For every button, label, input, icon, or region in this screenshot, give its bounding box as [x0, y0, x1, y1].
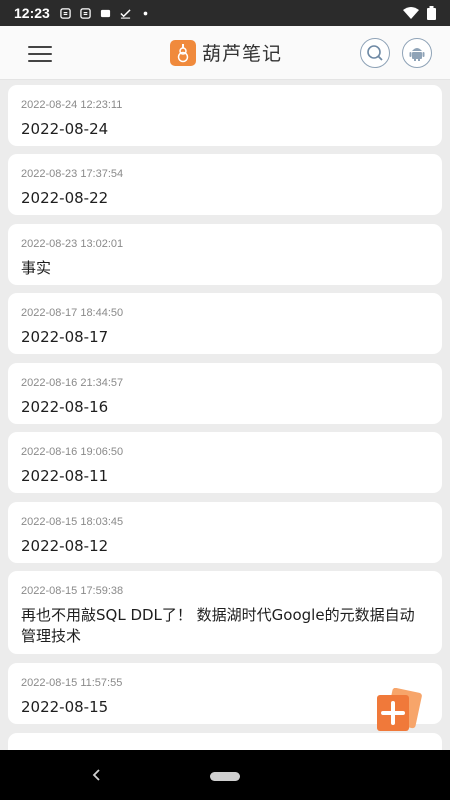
- note-card[interactable]: 2022-08-24 12:23:11 2022-08-24: [8, 85, 442, 146]
- note-title: 事实: [21, 259, 52, 277]
- note-card[interactable]: 2022-08-15 17:59:38 再也不用敲SQL DDL了！ 数据湖时代…: [8, 571, 442, 654]
- sync-notification-icon: [60, 7, 71, 19]
- note-title: 2022-08-11: [21, 467, 109, 485]
- note-title: 2022-08-15: [21, 698, 109, 716]
- back-icon[interactable]: [90, 768, 104, 782]
- menu-icon[interactable]: [28, 46, 52, 62]
- note-title: 2022-08-22: [21, 189, 109, 207]
- note-title: 再也不用敲SQL DDL了！ 数据湖时代Google的元数据自动管理技术: [21, 606, 415, 645]
- app-title: 葫芦笔记: [202, 43, 283, 65]
- note-timestamp: 2022-08-15 18:03:45: [21, 516, 124, 528]
- battery-icon: [427, 6, 436, 20]
- android-button[interactable]: [402, 38, 432, 68]
- check-notification-icon: [120, 8, 131, 19]
- note-title: 2022-08-17: [21, 328, 109, 346]
- note-timestamp: 2022-08-23 17:37:54: [21, 168, 124, 180]
- sync-notification-icon-2: [80, 7, 91, 19]
- note-title: 2022-08-12: [21, 537, 109, 555]
- note-card[interactable]: 2022-08-16 19:06:50 2022-08-11: [8, 432, 442, 493]
- note-title: 2022-08-24: [21, 120, 109, 138]
- note-timestamp: 2022-08-16 21:34:57: [21, 377, 124, 389]
- android-icon: [409, 48, 425, 61]
- note-timestamp: 2022-08-15 11:57:55: [21, 677, 123, 689]
- status-time: 12:23: [14, 5, 50, 21]
- notes-list[interactable]: 2022-08-24 12:23:11 2022-08-24 2022-08-2…: [0, 80, 450, 750]
- app-bar: 葫芦笔记: [0, 26, 450, 80]
- gourd-logo-icon: [170, 39, 196, 66]
- note-timestamp: 2022-08-16 19:06:50: [21, 446, 124, 458]
- note-timestamp: 2022-08-24 12:23:11: [21, 99, 123, 111]
- note-card[interactable]: 2022-08-23 17:37:54 2022-08-22: [8, 154, 442, 215]
- home-pill[interactable]: [210, 772, 240, 781]
- note-timestamp: 2022-08-15 17:59:38: [21, 585, 124, 597]
- note-timestamp: 2022-08-23 13:02:01: [21, 238, 124, 250]
- note-title: 2022-08-16: [21, 398, 109, 416]
- search-icon: [367, 45, 383, 61]
- note-card[interactable]: 2022-08-16 21:34:57 2022-08-16: [8, 363, 442, 424]
- dot-notification-icon: [143, 11, 148, 15]
- message-notification-icon: [100, 9, 110, 17]
- note-card[interactable]: 2022-08-15 18:03:45 2022-08-12: [8, 502, 442, 563]
- status-bar: 12:23: [0, 0, 450, 26]
- note-timestamp: 2022-08-17 18:44:50: [21, 307, 124, 319]
- wifi-icon: [403, 7, 419, 19]
- note-card-partial[interactable]: [8, 733, 442, 750]
- note-card[interactable]: 2022-08-17 18:44:50 2022-08-17: [8, 293, 442, 354]
- search-button[interactable]: [360, 38, 390, 68]
- note-card[interactable]: 2022-08-23 13:02:01 事实: [8, 224, 442, 285]
- app-brand: 葫芦笔记: [170, 39, 282, 66]
- add-note-button[interactable]: [375, 687, 423, 733]
- add-note-icon: [377, 687, 422, 731]
